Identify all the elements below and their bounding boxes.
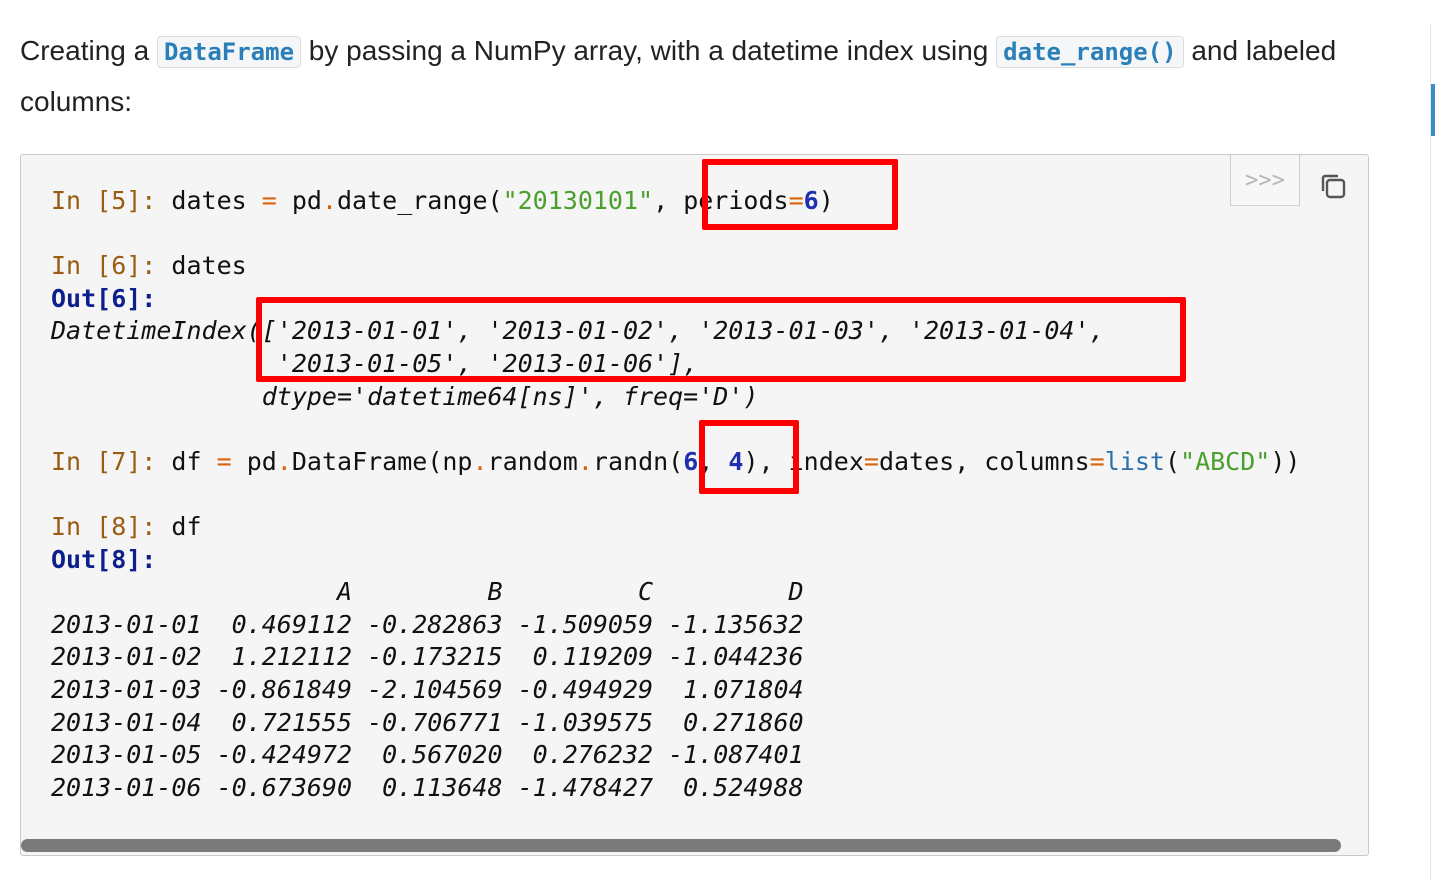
prompt-in-8: In [8]: (51, 511, 157, 541)
dataframe-row: 2013-01-03 -0.861849 -2.104569 -0.494929… (51, 674, 804, 704)
intro-text-1: Creating a (20, 35, 157, 66)
code-in7-p9: randn( (592, 446, 684, 476)
code-in7-op1: = (216, 446, 232, 476)
code-in7-string: "ABCD" (1180, 446, 1271, 476)
inline-code-date-range[interactable]: date_range() (996, 36, 1184, 68)
dataframe-row: 2013-01-05 -0.424972 0.567020 0.276232 -… (51, 740, 804, 770)
code-in7-number-1: 6 (683, 446, 699, 476)
prompt-toggle-button[interactable]: >>> (1230, 155, 1300, 206)
output-6-line-3: dtype='datetime64[ns]', freq='D') (51, 381, 759, 411)
copy-icon[interactable] (1316, 169, 1352, 205)
dataframe-row: 2013-01-02 1.212112 -0.173215 0.119209 -… (51, 642, 804, 672)
code-in7-p18: ( (1164, 446, 1181, 476)
prompt-in-6: In [6]: (51, 251, 157, 281)
code-in5-op1: = (261, 186, 277, 215)
dataframe-row: 2013-01-01 0.469112 -0.282863 -1.509059 … (51, 609, 804, 639)
prompt-out-6: Out[6]: (51, 283, 157, 313)
code-in7-op2: = (863, 446, 879, 476)
code-in5-p1: dates (156, 186, 262, 215)
code-in5-p5: date_range( (337, 186, 503, 215)
code-in8: df (156, 511, 202, 541)
toc-active-marker (1431, 84, 1435, 136)
code-in6: dates (156, 251, 247, 281)
code-in7-builtin: list (1104, 446, 1165, 476)
horizontal-scrollbar[interactable] (21, 839, 1341, 852)
code-in5-dot: . (321, 186, 337, 215)
code-in7-p15: dates, columns (878, 446, 1090, 476)
code-in7-dot3: . (577, 446, 593, 476)
page-right-rule (1430, 24, 1431, 880)
highlight-box-dates-list (256, 297, 1186, 382)
intro-paragraph: Creating a DataFrame by passing a NumPy … (20, 26, 1400, 126)
code-in7-p7: random (487, 446, 578, 476)
code-in7-dot1: . (276, 446, 292, 476)
code-block: In [5]: dates = pd.date_range("20130101"… (20, 154, 1369, 856)
prompt-in-7: In [7]: (51, 446, 157, 476)
dataframe-row: 2013-01-04 0.721555 -0.706771 -1.039575 … (51, 707, 804, 737)
code-in5-p3: pd (276, 186, 322, 215)
intro-text-2: by passing a NumPy array, with a datetim… (301, 35, 997, 66)
code-content: In [5]: dates = pd.date_range("20130101"… (51, 185, 1300, 804)
code-in7-p1: df (156, 446, 217, 476)
code-in7-dot2: . (472, 446, 488, 476)
prompt-in-5: In [5]: (51, 186, 157, 215)
code-in5-string: "20130101" (502, 186, 654, 215)
dataframe-row: 2013-01-06 -0.673690 0.113648 -1.478427 … (51, 772, 804, 802)
inline-code-dataframe[interactable]: DataFrame (156, 36, 302, 68)
code-in7-p20: )) (1270, 446, 1301, 476)
prompt-out-8: Out[8]: (51, 544, 157, 574)
code-in7-op3: = (1089, 446, 1105, 476)
code-in7-p3: pd (231, 446, 277, 476)
dataframe-header: A B C D (51, 577, 804, 607)
highlight-box-periods (702, 159, 898, 230)
code-in7-p5: DataFrame(np (291, 446, 473, 476)
highlight-box-randn-shape (699, 420, 799, 494)
